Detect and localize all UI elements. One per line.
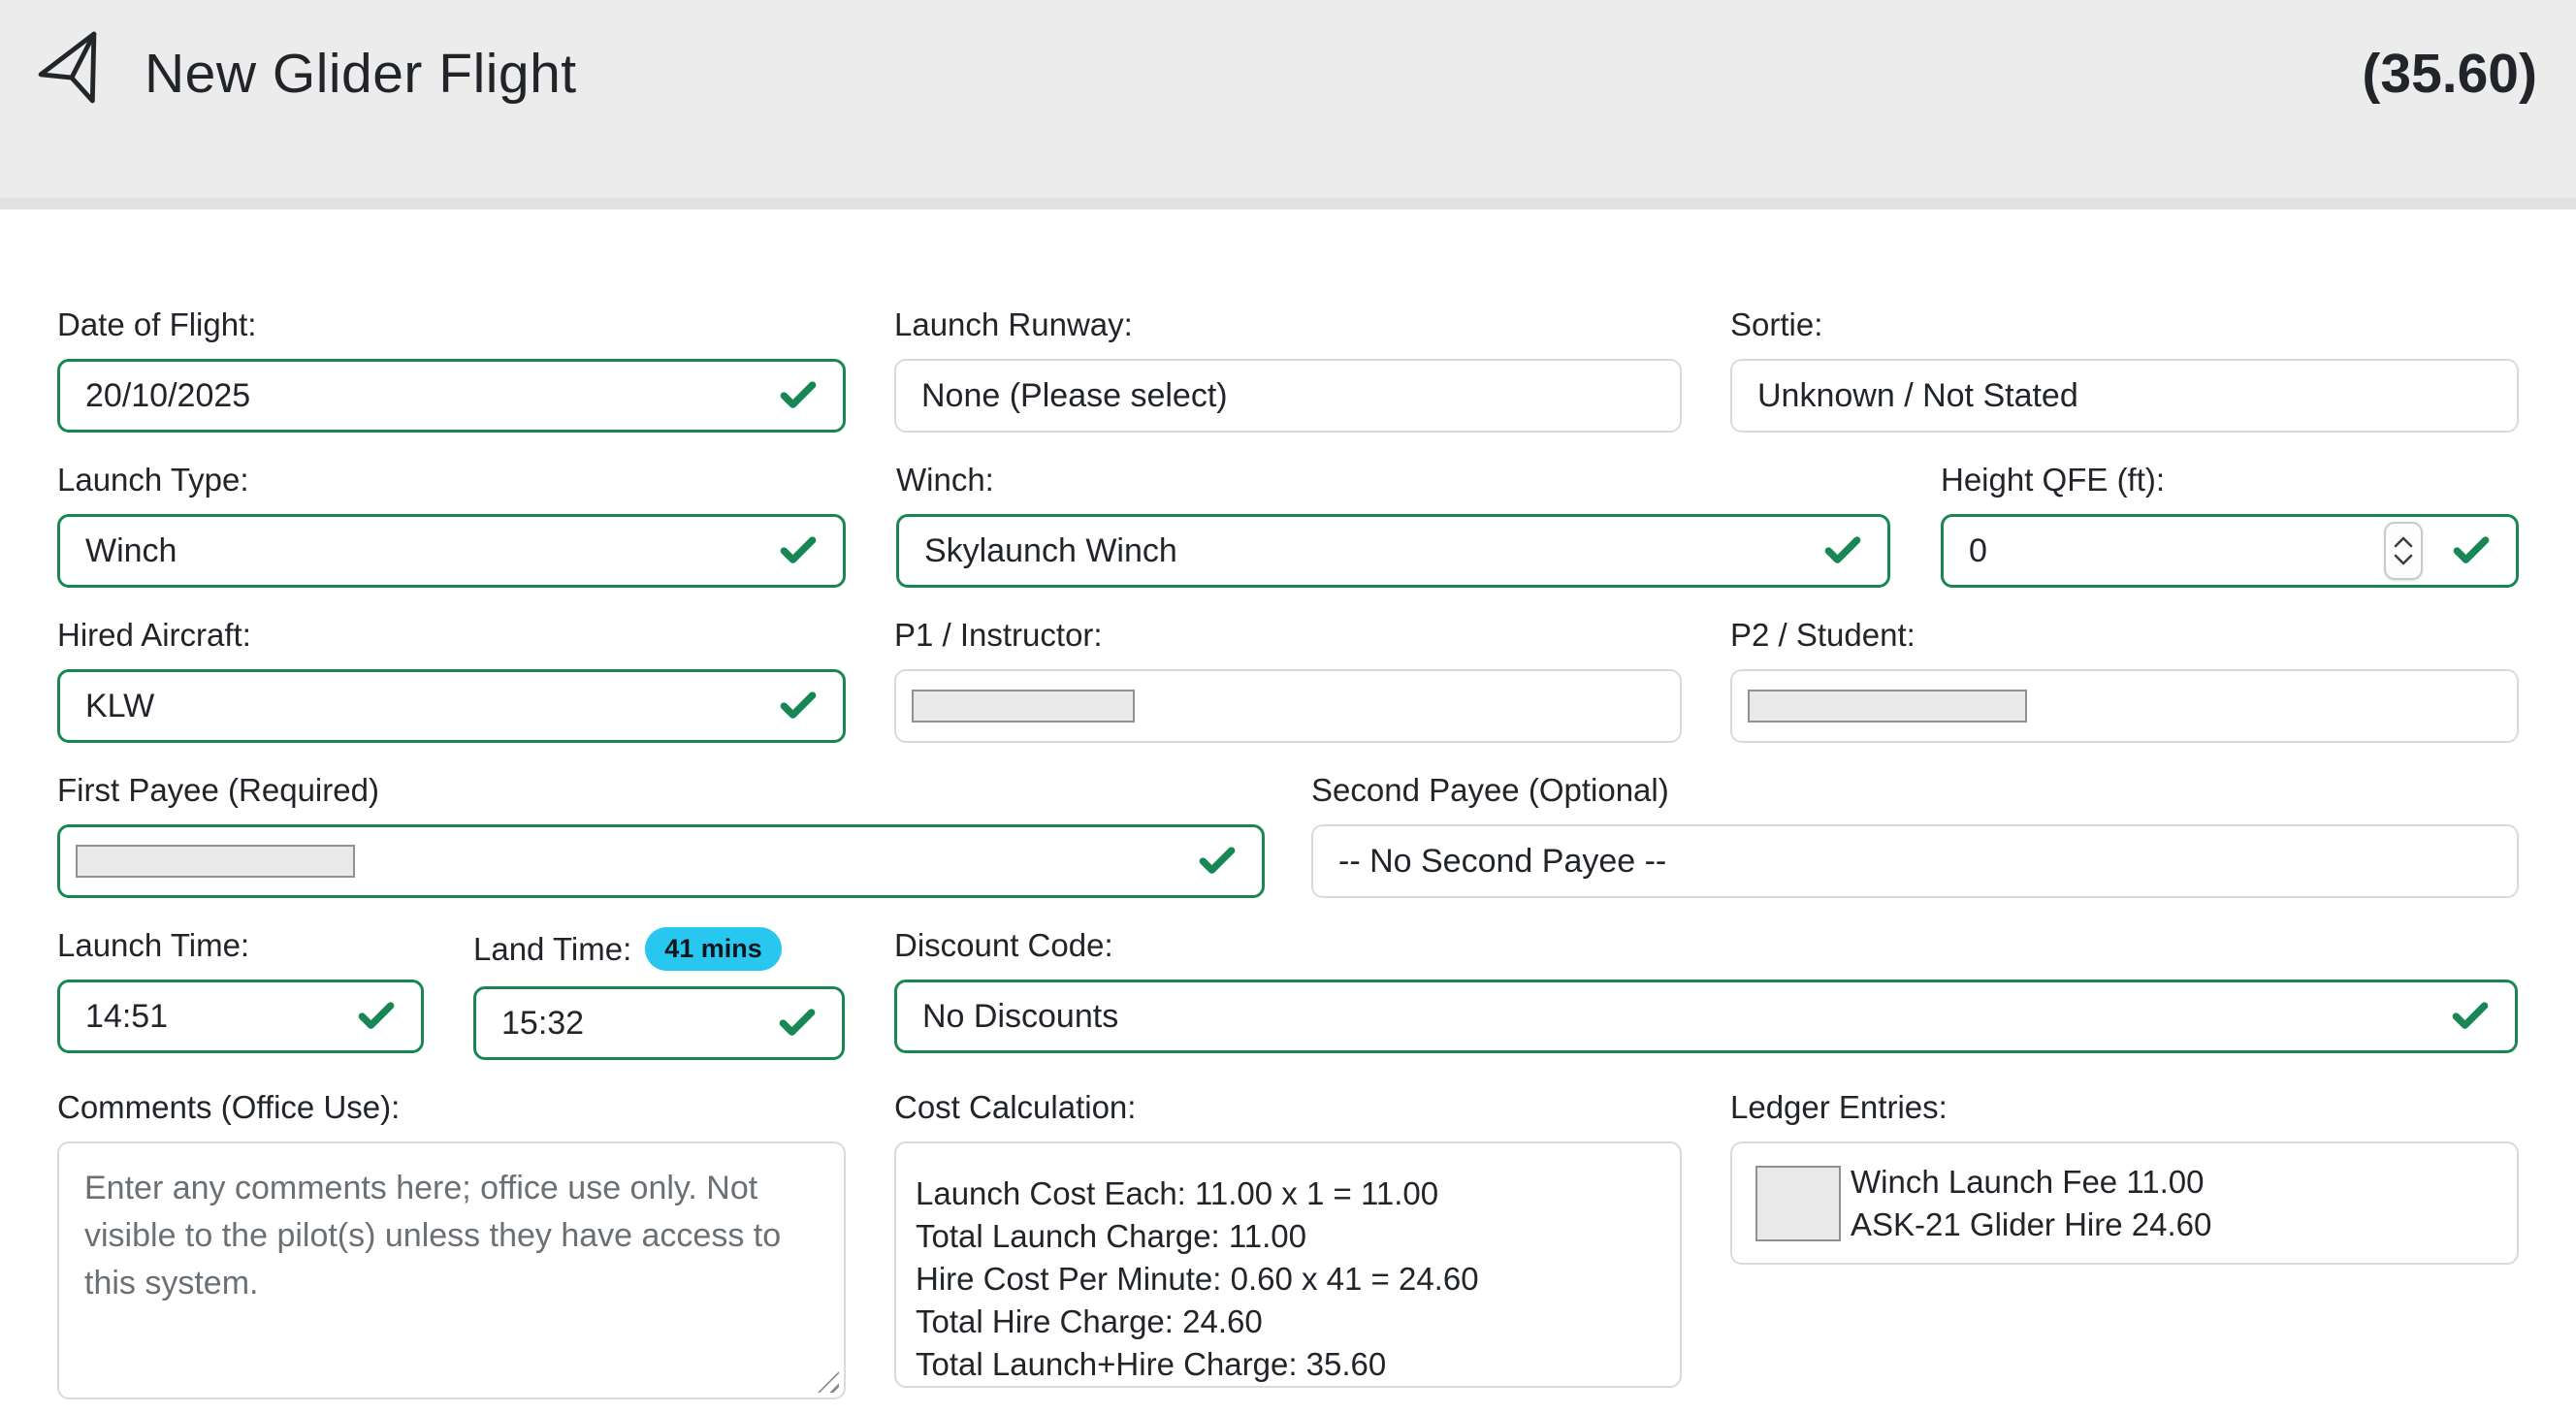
cost-calculation-label: Cost Calculation: <box>894 1089 1682 1126</box>
valid-check-icon <box>1196 840 1239 883</box>
cost-line: Total Hire Charge: 24.60 <box>916 1301 1660 1343</box>
ledger-entries-label: Ledger Entries: <box>1730 1089 2519 1126</box>
cost-line: Total Launch Charge: 11.00 <box>916 1215 1660 1258</box>
second-payee-group: Second Payee (Optional) -- No Second Pay… <box>1311 772 2519 898</box>
winch-group: Winch: Skylaunch Winch <box>896 462 1890 588</box>
chevron-down-icon <box>2394 554 2413 565</box>
first-payee-label: First Payee (Required) <box>57 772 1265 809</box>
ledger-entries-group: Ledger Entries: Winch Launch Fee 11.00 A… <box>1730 1089 2519 1399</box>
hired-aircraft-label: Hired Aircraft: <box>57 617 846 654</box>
discount-code-label: Discount Code: <box>894 927 2518 964</box>
paper-plane-icon <box>26 26 121 121</box>
cost-line: Total Launch+Hire Charge: 35.60 <box>916 1343 1660 1386</box>
cost-calculation-panel: Launch Cost Each: 11.00 x 1 = 11.00 Tota… <box>894 1141 1682 1388</box>
p2-student-label: P2 / Student: <box>1730 617 2519 654</box>
duration-badge: 41 mins <box>645 927 782 971</box>
height-qfe-label: Height QFE (ft): <box>1941 462 2519 498</box>
second-payee-select[interactable]: -- No Second Payee -- <box>1311 824 2519 898</box>
valid-check-icon <box>2449 995 2492 1038</box>
header-divider <box>0 198 2576 209</box>
launch-type-select[interactable]: Winch <box>57 514 846 588</box>
launch-runway-group: Launch Runway: None (Please select) <box>894 306 1682 433</box>
p2-student-group: P2 / Student: <box>1730 617 2519 743</box>
redaction-block <box>76 845 355 878</box>
sortie-label: Sortie: <box>1730 306 2519 343</box>
sortie-select[interactable]: Unknown / Not Stated <box>1730 359 2519 433</box>
total-charge: (35.60) <box>2362 42 2537 106</box>
launch-time-label: Launch Time: <box>57 927 424 964</box>
p2-student-select[interactable] <box>1730 669 2519 743</box>
launch-type-label: Launch Type: <box>57 462 846 498</box>
valid-check-icon <box>777 530 820 572</box>
number-stepper[interactable] <box>2384 522 2423 580</box>
valid-check-icon <box>1821 530 1864 572</box>
launch-type-group: Launch Type: Winch <box>57 462 846 588</box>
new-glider-flight-page: New Glider Flight (35.60) Date of Flight… <box>0 0 2576 1414</box>
date-of-flight-label: Date of Flight: <box>57 306 846 343</box>
sortie-group: Sortie: Unknown / Not Stated <box>1730 306 2519 433</box>
launch-runway-label: Launch Runway: <box>894 306 1682 343</box>
valid-check-icon <box>777 374 820 417</box>
valid-check-icon <box>776 1002 819 1044</box>
launch-time-input[interactable]: 14:51 <box>57 980 424 1053</box>
land-time-label: Land Time: 41 mins <box>473 927 845 971</box>
launch-time-group: Launch Time: 14:51 <box>57 927 424 1060</box>
p1-instructor-label: P1 / Instructor: <box>894 617 1682 654</box>
redaction-block <box>912 690 1135 723</box>
hired-aircraft-select[interactable]: KLW <box>57 669 846 743</box>
cost-line: Launch Cost Each: 11.00 x 1 = 11.00 <box>916 1173 1660 1215</box>
first-payee-group: First Payee (Required) <box>57 772 1265 898</box>
redaction-block <box>1755 1166 1841 1241</box>
first-payee-select[interactable] <box>57 824 1265 898</box>
ledger-entry: Winch Launch Fee 11.00 <box>1851 1161 2211 1204</box>
flight-form: Date of Flight: 20/10/2025 Launch Runway… <box>0 209 2576 1399</box>
height-qfe-group: Height QFE (ft): 0 <box>1941 462 2519 588</box>
cost-line: Hire Cost Per Minute: 0.60 x 41 = 24.60 <box>916 1258 1660 1301</box>
launch-runway-select[interactable]: None (Please select) <box>894 359 1682 433</box>
comments-label: Comments (Office Use): <box>57 1089 846 1126</box>
comments-group: Comments (Office Use): <box>57 1089 846 1399</box>
comments-box <box>57 1141 846 1399</box>
land-time-group: Land Time: 41 mins 15:32 <box>473 927 845 1060</box>
winch-select[interactable]: Skylaunch Winch <box>896 514 1890 588</box>
chevron-up-icon <box>2394 536 2413 548</box>
discount-code-group: Discount Code: No Discounts <box>894 927 2518 1060</box>
p1-instructor-group: P1 / Instructor: <box>894 617 1682 743</box>
second-payee-label: Second Payee (Optional) <box>1311 772 2519 809</box>
date-of-flight-input[interactable]: 20/10/2025 <box>57 359 846 433</box>
valid-check-icon <box>355 995 398 1038</box>
winch-label: Winch: <box>896 462 1890 498</box>
date-of-flight-group: Date of Flight: 20/10/2025 <box>57 306 846 433</box>
cost-calculation-group: Cost Calculation: Launch Cost Each: 11.0… <box>894 1089 1682 1399</box>
comments-textarea[interactable] <box>59 1143 844 1398</box>
hired-aircraft-group: Hired Aircraft: KLW <box>57 617 846 743</box>
height-qfe-input[interactable]: 0 <box>1941 514 2519 588</box>
valid-check-icon <box>2450 530 2493 572</box>
redaction-block <box>1748 690 2027 723</box>
p1-instructor-select[interactable] <box>894 669 1682 743</box>
valid-check-icon <box>777 685 820 727</box>
page-header: New Glider Flight (35.60) <box>0 0 2576 198</box>
page-title: New Glider Flight <box>145 42 577 106</box>
ledger-entries-panel: Winch Launch Fee 11.00 ASK-21 Glider Hir… <box>1730 1141 2519 1265</box>
discount-code-select[interactable]: No Discounts <box>894 980 2518 1053</box>
land-time-input[interactable]: 15:32 <box>473 986 845 1060</box>
ledger-entry: ASK-21 Glider Hire 24.60 <box>1851 1204 2211 1246</box>
